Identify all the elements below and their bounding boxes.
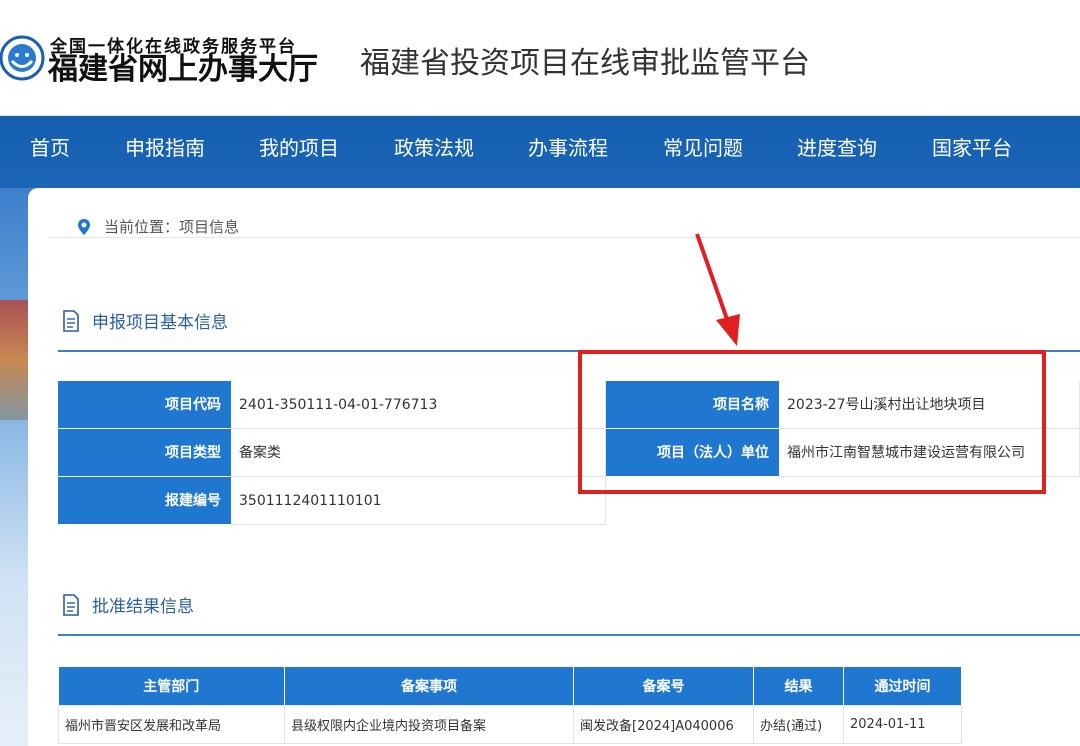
- col-header-approval-date: 通过时间: [843, 667, 962, 705]
- breadcrumb: 当前位置：项目信息: [76, 216, 239, 237]
- map-pin-icon: [78, 218, 90, 235]
- col-header-filing-number: 备案号: [573, 667, 754, 705]
- table-row: 福州市晋安区发展和改革局 县级权限内企业境内投资项目备案 闽发改备[2024]A…: [58, 704, 962, 744]
- col-header-result: 结果: [753, 667, 844, 705]
- nav-item-national[interactable]: 国家平台: [932, 132, 1012, 161]
- annotation-highlight-box: [578, 350, 1046, 494]
- label-build-number: 报建编号: [58, 477, 231, 525]
- nav-item-my-projects[interactable]: 我的项目: [259, 132, 339, 161]
- logo-name[interactable]: 福建省网上办事大厅: [48, 54, 318, 86]
- approval-heading: 批准结果信息: [62, 592, 194, 617]
- label-project-type: 项目类型: [58, 429, 231, 477]
- label-project-code: 项目代码: [58, 381, 231, 429]
- site-header: 全国一体化在线政务服务平台 福建省网上办事大厅 福建省投资项目在线审批监管平台: [0, 0, 1080, 116]
- approval-title: 批准结果信息: [92, 597, 194, 617]
- approval-underline: [58, 634, 1080, 636]
- main-nav: 首页 申报指南 我的项目 政策法规 办事流程 常见问题 进度查询 国家平台: [0, 116, 1080, 188]
- nav-item-guide[interactable]: 申报指南: [125, 132, 205, 161]
- document-icon: [63, 309, 79, 332]
- approval-table: 主管部门 备案事项 备案号 结果 通过时间 福州市晋安区发展和改革局 县级权限内…: [58, 667, 962, 744]
- nav-item-policies[interactable]: 政策法规: [394, 132, 474, 161]
- approval-header-row: 主管部门 备案事项 备案号 结果 通过时间: [58, 667, 962, 705]
- breadcrumb-divider: [48, 237, 1080, 238]
- nav-item-faq[interactable]: 常见问题: [663, 132, 743, 161]
- value-project-code: 2401-350111-04-01-776713: [231, 381, 606, 429]
- platform-title: 福建省投资项目在线审批监管平台: [360, 46, 810, 81]
- cell-result: 办结(通过): [753, 704, 844, 744]
- nav-item-progress[interactable]: 进度查询: [797, 132, 877, 161]
- document-icon: [63, 593, 79, 616]
- cell-department: 福州市晋安区发展和改革局: [58, 704, 285, 744]
- cell-approval-date: 2024-01-11: [843, 704, 962, 744]
- breadcrumb-text: 当前位置：项目信息: [104, 218, 240, 236]
- value-build-number: 3501112401110101: [231, 477, 606, 525]
- nav-item-process[interactable]: 办事流程: [528, 132, 608, 161]
- col-header-filing-item: 备案事项: [284, 667, 574, 705]
- nav-item-home[interactable]: 首页: [30, 132, 70, 161]
- basic-info-title: 申报项目基本信息: [92, 313, 228, 333]
- cell-filing-number: 闽发改备[2024]A040006: [573, 704, 754, 744]
- basic-info-heading: 申报项目基本信息: [62, 308, 228, 333]
- government-emblem-logo: [0, 35, 45, 81]
- value-project-type: 备案类: [231, 429, 606, 477]
- cell-filing-item: 县级权限内企业境内投资项目备案: [284, 704, 574, 744]
- col-header-department: 主管部门: [58, 667, 285, 705]
